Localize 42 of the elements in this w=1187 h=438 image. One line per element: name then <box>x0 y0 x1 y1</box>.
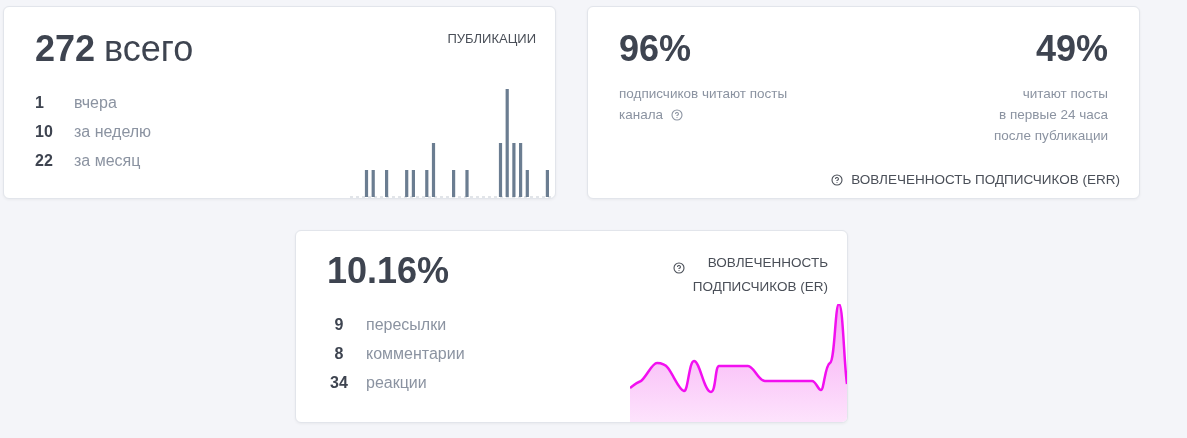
stat-value: 10 <box>35 122 54 142</box>
bar <box>371 170 375 197</box>
stat-value: 22 <box>35 151 54 171</box>
stat-label: вчера <box>74 93 117 113</box>
bar <box>411 170 415 197</box>
metric-caption: в первые 24 часа <box>999 106 1108 124</box>
card-title: ВОВЛЕЧЕННОСТЬ ПОДПИСЧИКОВ (ERR) <box>851 170 1120 189</box>
card-title: ВОВЛЕЧЕННОСТЬ ПОДПИСЧИКОВ (ER) <box>692 254 828 296</box>
stat-label: реакции <box>366 373 427 393</box>
total-label: всего <box>104 27 194 71</box>
stat-label: за месяц <box>74 151 141 171</box>
metric-caption: после публикации <box>994 127 1108 145</box>
er-value: 10.16% <box>327 249 451 293</box>
bar <box>425 170 429 197</box>
bar <box>519 143 523 197</box>
metric-caption: читают посты <box>1022 85 1108 103</box>
metric-value: 96% <box>619 27 692 71</box>
stat-label: за неделю <box>74 122 152 142</box>
help-icon[interactable] <box>671 108 684 121</box>
bar <box>452 170 456 197</box>
bar <box>385 170 389 197</box>
bar <box>465 170 469 197</box>
card-title: ПУБЛИКАЦИИ <box>447 30 536 48</box>
bar <box>545 170 549 197</box>
help-icon[interactable] <box>831 173 844 186</box>
stat-value: 1 <box>35 93 45 113</box>
stat-value: 9 <box>333 315 345 335</box>
stat-label: комментарии <box>366 344 465 364</box>
metric-caption: канала <box>619 106 664 124</box>
metric-caption: подписчиков читают посты <box>619 85 788 103</box>
bar <box>431 143 436 197</box>
stat-label: пересылки <box>366 315 447 335</box>
help-icon[interactable] <box>672 261 685 274</box>
bar <box>364 170 369 197</box>
bar <box>512 143 516 197</box>
stat-value: 8 <box>333 344 345 364</box>
bar <box>525 170 529 197</box>
stat-value: 34 <box>329 373 349 393</box>
metric-value: 49% <box>1035 27 1108 71</box>
total-count: 272 <box>35 27 96 71</box>
bar <box>498 143 503 197</box>
bar <box>405 170 409 197</box>
